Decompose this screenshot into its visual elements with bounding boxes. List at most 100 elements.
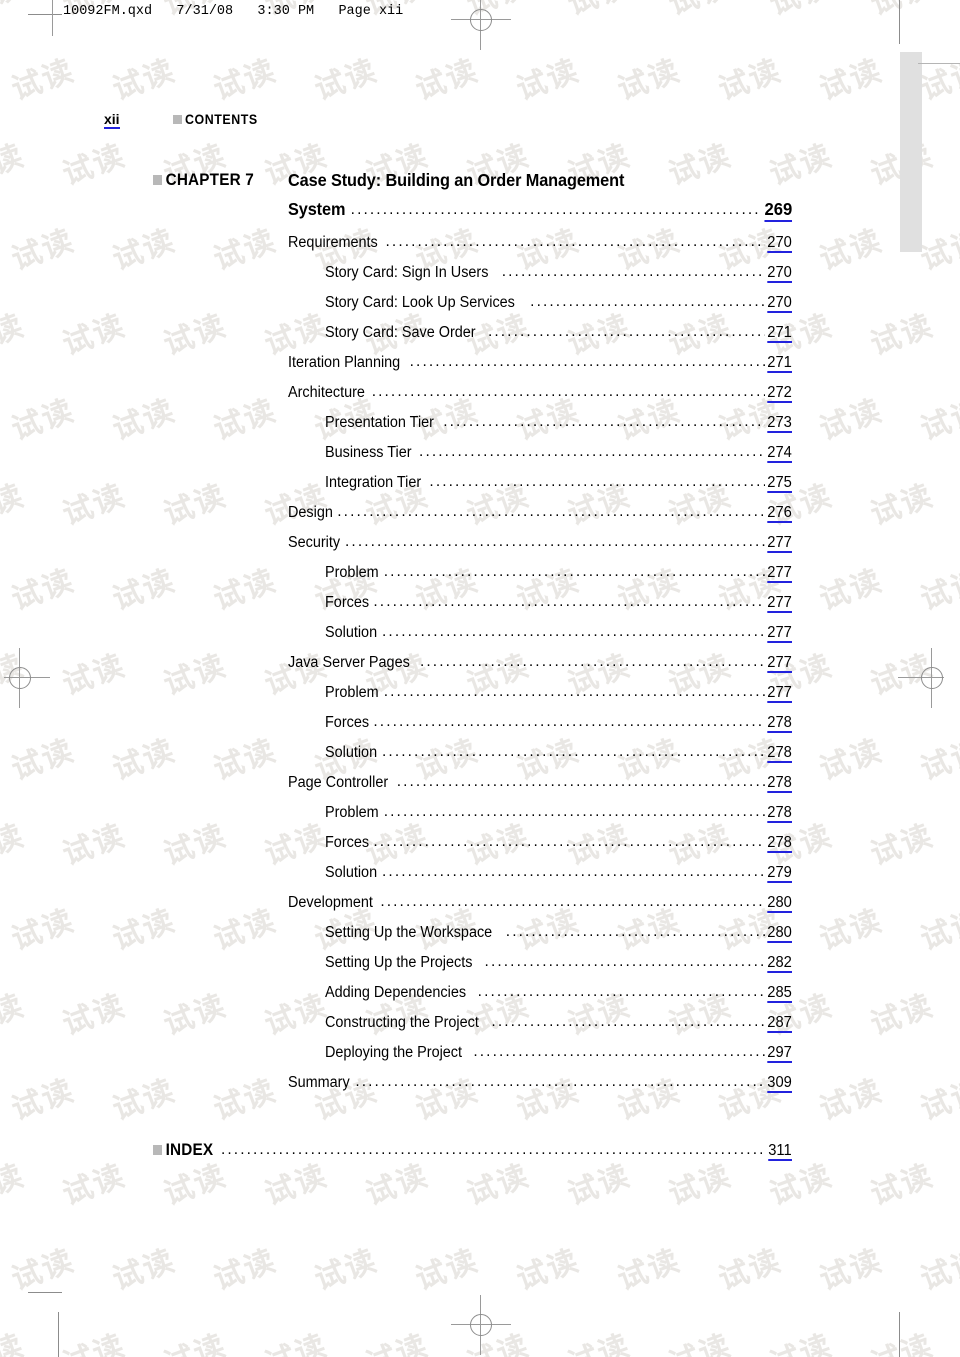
toc-entry-page-number[interactable]: 278 [767,804,792,823]
chapter-entry[interactable]: CHAPTER 7 Case Study: Building an Order … [0,170,960,222]
toc-entry-page-number[interactable]: 277 [767,654,792,673]
toc-entry-page-number[interactable]: 277 [767,684,792,703]
dot-leader: ........................................… [419,442,765,460]
toc-entry[interactable]: Security................................… [288,532,792,564]
watermark-text: 试读 [159,1327,232,1357]
toc-entry[interactable]: Forces..................................… [325,832,792,864]
toc-entry[interactable]: Java Server Pages.......................… [288,653,792,684]
toc-entry-title: Problem [325,803,379,821]
toc-entry[interactable]: Architecture............................… [288,383,792,414]
dot-leader: ........................................… [380,892,765,910]
watermark-text: 试读 [209,52,282,108]
dot-leader: ........................................… [345,532,765,550]
dot-leader: ........................................… [383,562,765,580]
toc-entry[interactable]: Adding Dependencies.....................… [325,983,792,1014]
dot-leader: ........................................… [409,352,766,370]
toc-entry-page-number[interactable]: 270 [767,264,792,283]
toc-entry-page-number[interactable]: 282 [767,954,792,973]
toc-entry-title: Integration Tier [325,473,422,491]
toc-entry-title: Adding Dependencies [325,983,467,1001]
thumb-tab-rule [918,63,960,64]
toc-entry-title: Solution [325,863,378,881]
chapter-page-number[interactable]: 269 [764,200,792,222]
toc-entry-title: Forces [325,593,370,611]
toc-entry[interactable]: Summary.................................… [288,1073,792,1104]
toc-entry[interactable]: Solution................................… [325,743,792,774]
toc-entry[interactable]: Requirements............................… [288,233,792,264]
toc-entry[interactable]: Constructing the Project................… [325,1012,792,1044]
toc-entry-page-number[interactable]: 297 [767,1044,792,1063]
chapter-title-continuation: System [288,199,346,219]
toc-entry-page-number[interactable]: 277 [767,534,792,553]
toc-entry-title: Story Card: Look Up Services [325,293,515,311]
toc-entry-title: Iteration Planning [288,353,401,371]
toc-entry-title: Problem [325,563,379,581]
toc-entry[interactable]: Presentation Tier.......................… [325,413,792,444]
watermark-text: 试读 [459,0,534,24]
toc-entry[interactable]: Problem.................................… [325,562,792,594]
toc-entry[interactable]: Integration Tier........................… [325,473,792,504]
toc-entry[interactable]: Business Tier...........................… [325,442,792,474]
toc-entry[interactable]: Story Card: Sign In Users...............… [325,263,792,294]
toc-entry-page-number[interactable]: 275 [767,474,792,493]
index-entry[interactable]: INDEX ..................................… [0,1139,960,1161]
dot-leader: ........................................… [530,292,766,310]
toc-entry-page-number[interactable]: 287 [767,1014,792,1033]
dot-leader: ........................................… [373,832,766,850]
toc-entry[interactable]: Setting Up the Projects.................… [325,953,792,984]
toc-entry[interactable]: Story Card: Save Order..................… [325,323,792,354]
watermark-text: 试读 [411,52,484,108]
toc-entry-page-number[interactable]: 278 [767,714,792,733]
square-bullet-icon [172,115,182,124]
toc-entry-page-number[interactable]: 280 [767,924,792,943]
toc-entry-page-number[interactable]: 278 [767,774,792,793]
toc-entry[interactable]: Iteration Planning......................… [288,352,792,384]
watermark-text: 试读 [512,52,585,108]
dot-leader: ........................................… [350,201,762,218]
toc-entry-page-number[interactable]: 276 [767,504,792,523]
toc-entry-page-number[interactable]: 278 [767,834,792,853]
index-page-number[interactable]: 311 [768,1142,792,1161]
toc-entry-page-number[interactable]: 278 [767,744,792,763]
toc-entry-page-number[interactable]: 272 [767,384,792,403]
watermark-text: 试读 [563,1327,636,1357]
toc-entry[interactable]: Development.............................… [288,892,792,924]
toc-entry-page-number[interactable]: 271 [767,354,792,373]
toc-entry-page-number[interactable]: 270 [767,294,792,313]
toc-entry-page-number[interactable]: 277 [767,594,792,613]
index-label-text: INDEX [165,1139,214,1159]
toc-entry-title: Forces [325,713,370,731]
toc-entry-page-number[interactable]: 285 [767,984,792,1003]
toc-entry[interactable]: Forces..................................… [325,593,792,624]
toc-entry-page-number[interactable]: 271 [767,324,792,343]
toc-entry-page-number[interactable]: 279 [767,864,792,883]
crop-mark-tick [899,0,900,44]
toc-entry[interactable]: Page Controller.........................… [288,773,792,804]
toc-entry[interactable]: Setting Up the Workspace................… [325,923,792,954]
toc-entry-page-number[interactable]: 270 [767,234,792,253]
toc-entry[interactable]: Story Card: Look Up Services............… [325,292,792,324]
chapter-title-text: Case Study: Building an Order Management [288,170,625,190]
toc-entry-page-number[interactable]: 273 [767,414,792,433]
toc-entry-title: Solution [325,623,378,641]
toc-entry-page-number[interactable]: 277 [767,564,792,583]
watermark-text: 试读 [108,52,181,108]
toc-entry[interactable]: Solution................................… [325,623,792,654]
toc-entry[interactable]: Forces..................................… [325,713,792,744]
toc-entry-page-number[interactable]: 274 [767,444,792,463]
toc-entry-title: Summary [288,1073,350,1091]
toc-entry[interactable]: Design..................................… [288,503,792,534]
toc-entry-page-number[interactable]: 280 [767,894,792,913]
toc-entry-page-number[interactable]: 277 [767,624,792,643]
chapter-title-line-2: System .................................… [288,199,792,222]
watermark-text: 试读 [866,1327,939,1357]
registration-mark-bottom [451,1295,511,1355]
toc-entry[interactable]: Deploying the Project...................… [325,1043,792,1074]
toc-entry[interactable]: Solution................................… [325,863,792,894]
toc-entry-page-number[interactable]: 309 [767,1074,792,1093]
toc-entry[interactable]: Problem.................................… [325,803,792,834]
toc-entry[interactable]: Problem.................................… [325,682,792,714]
dot-leader: ........................................… [383,682,765,700]
dot-leader: ........................................… [491,1012,766,1030]
watermark-text: 试读 [108,1242,181,1298]
